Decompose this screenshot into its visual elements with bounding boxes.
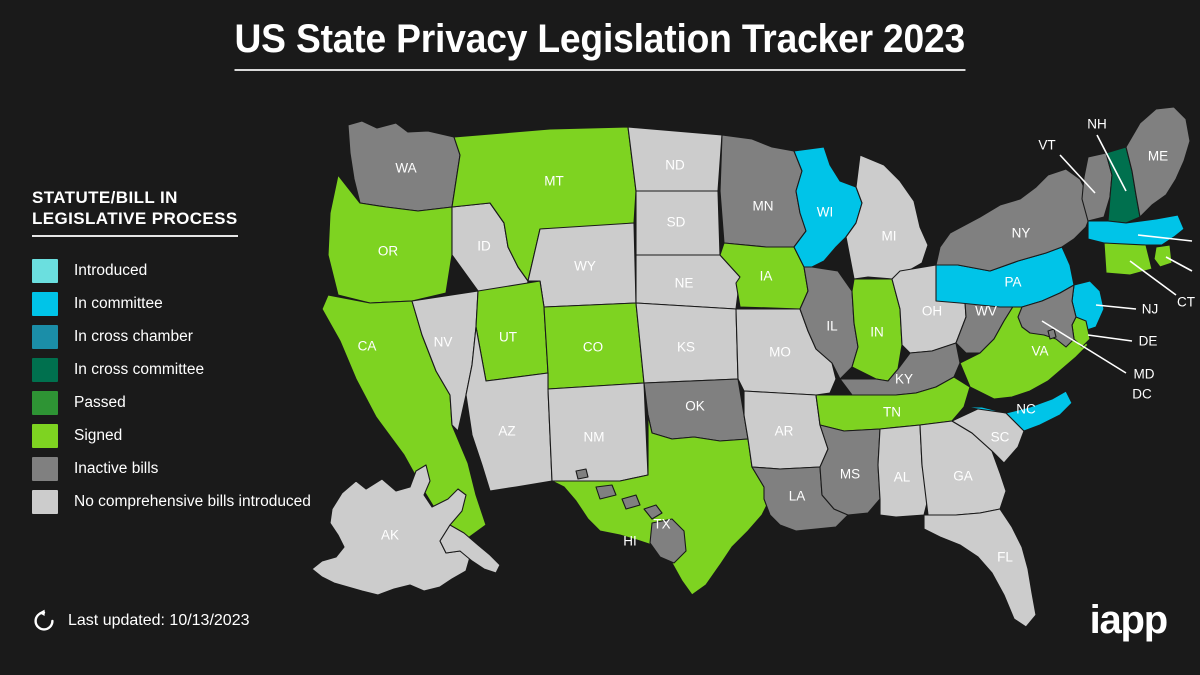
- legend-label-no-bills: No comprehensive bills introduced: [74, 492, 311, 510]
- us-choropleth-map: WA OR CA NV ID MT WY UT CO AZ NM ND SD N…: [300, 95, 1200, 655]
- state-label-VT: VT: [1038, 138, 1055, 153]
- legend-swatch-in-committee: [32, 291, 58, 316]
- leader-line-DE: [1087, 334, 1133, 342]
- state-label-DE: DE: [1139, 334, 1158, 349]
- state-DC[interactable]: [1047, 328, 1057, 340]
- state-MA[interactable]: [1087, 214, 1185, 246]
- legend-label-introduced: Introduced: [74, 261, 148, 279]
- state-KS[interactable]: [635, 302, 739, 384]
- state-HI-1[interactable]: [575, 468, 589, 480]
- legend-label-passed: Passed: [74, 393, 126, 411]
- privacy-tracker-infographic: US State Privacy Legislation Tracker 202…: [0, 0, 1200, 675]
- state-SD[interactable]: [635, 190, 721, 256]
- state-FL[interactable]: [923, 508, 1037, 628]
- legend-label-in-cross-chamber: In cross chamber: [74, 327, 193, 345]
- last-updated-text: Last updated: 10/13/2023: [68, 612, 250, 629]
- state-UT[interactable]: [475, 280, 549, 382]
- legend-swatch-signed: [32, 423, 58, 448]
- page-title-container: US State Privacy Legislation Tracker 202…: [0, 18, 1200, 71]
- page-title: US State Privacy Legislation Tracker 202…: [234, 18, 965, 71]
- state-OK[interactable]: [643, 378, 749, 442]
- state-WA[interactable]: [347, 120, 461, 212]
- legend-label-signed: Signed: [74, 426, 123, 444]
- state-WY[interactable]: [527, 222, 637, 308]
- state-NY[interactable]: [935, 168, 1093, 272]
- state-label-DC: DC: [1132, 387, 1152, 402]
- state-label-NH: NH: [1087, 117, 1107, 132]
- legend-swatch-in-cross-committee: [32, 357, 58, 382]
- state-MS[interactable]: [819, 424, 881, 516]
- state-RI[interactable]: [1153, 244, 1173, 268]
- legend-label-inactive-bills: Inactive bills: [74, 459, 159, 477]
- state-VT[interactable]: [1081, 152, 1113, 222]
- state-MN[interactable]: [719, 134, 807, 248]
- state-IN[interactable]: [851, 278, 903, 382]
- leader-line-CT: [1129, 260, 1177, 296]
- legend-swatch-introduced: [32, 258, 58, 283]
- state-AR[interactable]: [743, 390, 829, 470]
- legend-label-in-committee: In committee: [74, 294, 163, 312]
- state-label-MD: MD: [1134, 367, 1155, 382]
- legend-swatch-passed: [32, 390, 58, 415]
- state-NM[interactable]: [547, 382, 649, 482]
- legend-swatch-in-cross-chamber: [32, 324, 58, 349]
- state-label-NJ: NJ: [1142, 302, 1159, 317]
- state-CT[interactable]: [1103, 242, 1153, 276]
- state-MI[interactable]: [845, 154, 929, 280]
- legend-swatch-no-bills: [32, 489, 58, 514]
- state-NE[interactable]: [635, 254, 741, 310]
- state-CO[interactable]: [543, 302, 645, 390]
- state-label-CT: CT: [1177, 295, 1195, 310]
- state-ND[interactable]: [627, 126, 723, 192]
- last-updated: Last updated: 10/13/2023: [32, 609, 250, 633]
- legend-label-in-cross-committee: In cross committee: [74, 360, 205, 378]
- legend-swatch-inactive-bills: [32, 456, 58, 481]
- refresh-icon: [32, 609, 56, 633]
- legend-heading: STATUTE/BILL IN LEGISLATIVE PROCESS: [32, 188, 238, 238]
